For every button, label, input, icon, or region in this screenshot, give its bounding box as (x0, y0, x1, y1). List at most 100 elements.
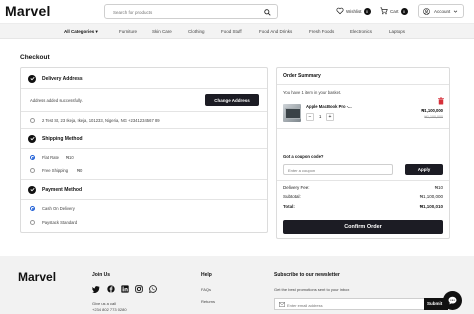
divider (277, 128, 449, 129)
category-furniture[interactable]: Furniture (119, 29, 137, 34)
category-food-and-drinks[interactable]: Food And Drinks (259, 29, 292, 34)
category-nav: All Categories ▾ Furniture Skin Care Clo… (0, 23, 474, 39)
shipping-section-header: Shipping Method (21, 130, 267, 147)
divider (21, 88, 267, 89)
mail-icon (279, 302, 285, 307)
cart-icon (380, 7, 388, 15)
address-success-message: Address added successfully. (30, 98, 83, 103)
help-heading: Help (201, 272, 212, 278)
product-image[interactable] (283, 104, 301, 122)
shipping-option-price: ₦10 (66, 155, 74, 160)
delivery-fee-value: ₦10 (434, 185, 443, 190)
address-radio[interactable] (30, 118, 35, 123)
payment-cod-radio[interactable] (30, 206, 35, 211)
wishlist-label: Wishlist (346, 8, 362, 14)
payment-section-header: Payment Method (21, 181, 267, 198)
chat-bubble-icon (448, 296, 457, 305)
payment-paystack-radio[interactable] (30, 220, 35, 225)
product-old-price: ₦1,100,000 (424, 115, 443, 119)
subtotal-value: ₦1,100,000 (419, 194, 443, 199)
check-circle-icon (28, 134, 36, 143)
check-circle-icon (28, 74, 36, 83)
all-categories-dropdown[interactable]: All Categories ▾ (64, 29, 98, 35)
payment-option-label: Paystack Standard (42, 220, 78, 225)
saved-address: 2 Test St, 23 Ikeja, Ikeja, 101233, Nige… (42, 118, 160, 123)
basket-note: You have 1 item in your basket. (283, 90, 342, 95)
phone-number[interactable]: +234 802 773 0280 (92, 307, 127, 312)
facebook-icon[interactable] (107, 285, 115, 293)
category-clothing[interactable]: Clothing (188, 29, 205, 34)
account-dropdown[interactable]: Account (418, 4, 464, 18)
newsletter-email-box[interactable] (274, 298, 426, 310)
wishlist-button[interactable]: Wishlist 0 (336, 6, 371, 16)
divider (21, 199, 267, 200)
footer-link-returns[interactable]: Returns (201, 299, 215, 304)
checkout-panel: Delivery Address Address added successfu… (20, 67, 268, 233)
total-value: ₦1,100,010 (419, 204, 443, 209)
join-us-heading: Join Us (92, 272, 111, 278)
user-icon (423, 7, 430, 15)
newsletter-description: Get the best promotions sent to your inb… (274, 287, 350, 292)
product-name[interactable]: Apple MacBook Pro -... (306, 104, 352, 109)
chat-widget-button[interactable] (443, 291, 462, 310)
category-fresh-foods[interactable]: Fresh Foods (309, 29, 334, 34)
whatsapp-icon[interactable] (149, 285, 157, 293)
coupon-box[interactable] (283, 164, 393, 175)
apply-coupon-button[interactable]: Apply (405, 164, 443, 175)
confirm-order-button[interactable]: Confirm Order (283, 220, 443, 234)
cart-label: Cart (390, 8, 399, 14)
category-electronics[interactable]: Electronics (350, 29, 372, 34)
linkedin-icon[interactable] (121, 285, 129, 293)
call-label: Give us a call (92, 301, 117, 306)
cart-count-badge: 0 (400, 7, 408, 15)
site-footer: Marvel Join Us Give us a call +234 802 7… (0, 256, 474, 314)
search-box[interactable] (104, 4, 278, 19)
chevron-down-icon (454, 10, 458, 13)
category-laptops[interactable]: Laptops (389, 29, 405, 34)
newsletter-email-input[interactable] (287, 302, 417, 308)
change-address-button[interactable]: Change Address (205, 94, 259, 106)
shipping-flat-rate-radio[interactable] (30, 155, 35, 160)
search-icon[interactable] (264, 9, 271, 16)
instagram-icon[interactable] (135, 285, 143, 293)
search-input[interactable] (113, 8, 258, 16)
footer-link-faqs[interactable]: FAQs (201, 287, 211, 292)
account-label: Account (434, 8, 451, 14)
total-label: Total: (283, 204, 295, 209)
wishlist-count-badge: 0 (363, 7, 371, 15)
twitter-icon[interactable] (92, 285, 100, 293)
category-skin-care[interactable]: Skin Care (152, 29, 172, 34)
shipping-heading: Shipping Method (42, 135, 83, 142)
delivery-heading: Delivery Address (42, 75, 83, 82)
payment-option-label: Cash On Delivery (42, 206, 75, 211)
order-summary-heading: Order Summary (283, 73, 321, 79)
coupon-label: Got a coupon code? (283, 154, 324, 159)
shipping-option-price: ₦0 (77, 168, 83, 173)
category-food-stuff[interactable]: Food Stuff (221, 29, 242, 34)
logo[interactable]: Marvel (5, 3, 51, 19)
product-price: ₦1,100,000 (421, 108, 443, 113)
coupon-input[interactable] (288, 167, 388, 173)
page-title: Checkout (20, 54, 50, 61)
shipping-free-radio[interactable] (30, 168, 35, 173)
newsletter-heading: Subscribe to our newsletter (274, 272, 340, 278)
site-header: Marvel Wishlist 0 Cart 0 Account (0, 0, 474, 23)
quantity-increase-button[interactable]: + (326, 113, 334, 121)
delivery-section-header: Delivery Address (21, 70, 267, 87)
cart-button[interactable]: Cart 0 (380, 6, 408, 16)
divider (21, 148, 267, 149)
check-circle-icon (28, 185, 36, 194)
divider (21, 111, 267, 112)
shipping-option-label: Flat Rate (42, 155, 59, 160)
trash-icon[interactable] (437, 97, 445, 105)
footer-logo[interactable]: Marvel (18, 270, 56, 284)
quantity-decrease-button[interactable]: − (306, 113, 314, 121)
divider (277, 180, 449, 181)
order-summary-panel: Order Summary You have 1 item in your ba… (276, 67, 450, 239)
subtotal-label: Subtotal: (283, 194, 301, 199)
divider (277, 84, 449, 85)
payment-heading: Payment Method (42, 186, 83, 193)
shipping-option-label: Free Shipping (42, 168, 69, 173)
quantity-value: 1 (319, 114, 322, 119)
divider (21, 179, 267, 180)
